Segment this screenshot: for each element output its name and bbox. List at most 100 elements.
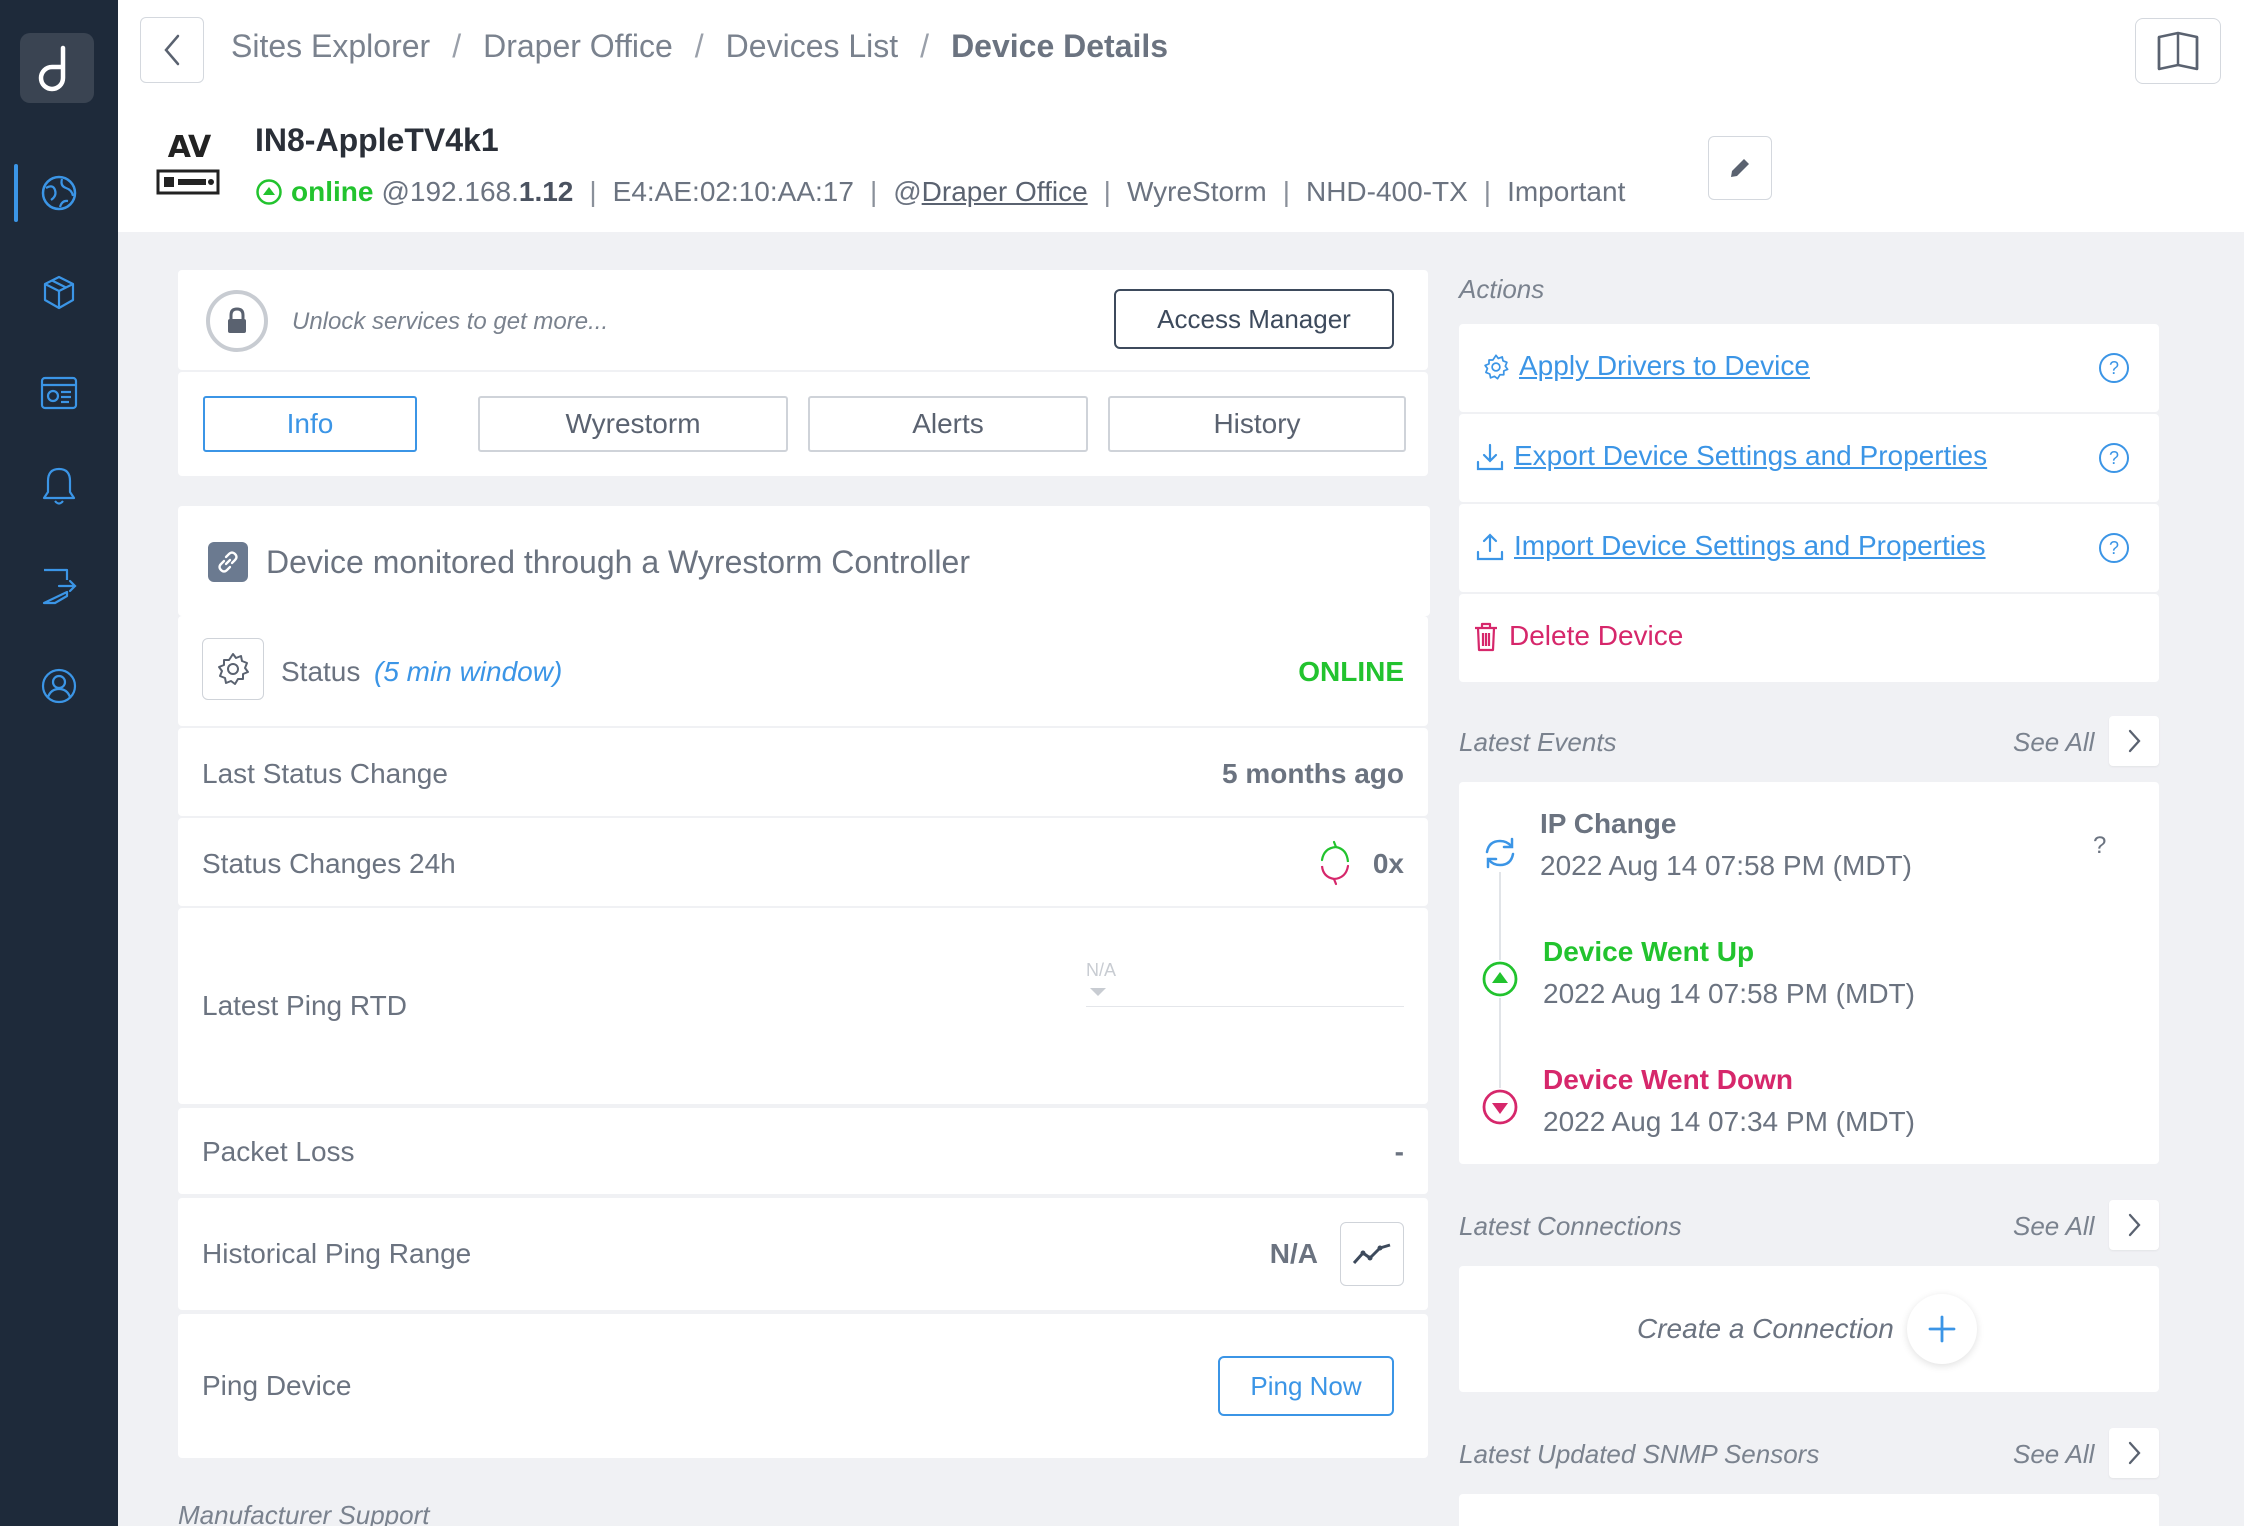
app-logo[interactable] xyxy=(20,33,94,103)
globe-icon xyxy=(41,175,77,211)
monitored-row: Device monitored through a Wyrestorm Con… xyxy=(208,542,970,582)
device-priority: Important xyxy=(1507,176,1626,207)
latest-connections-see-all-button[interactable] xyxy=(2109,1200,2159,1250)
breadcrumb-devices-list[interactable]: Devices List xyxy=(726,28,899,65)
latest-connections-title: Latest Connections xyxy=(1459,1211,1682,1241)
access-manager-button[interactable]: Access Manager xyxy=(1114,289,1394,349)
create-connection-label[interactable]: Create a Connection xyxy=(1637,1313,1894,1345)
event-title: IP Change xyxy=(1540,808,1677,839)
page-header: Sites Explorer / Draper Office / Devices… xyxy=(118,0,2244,232)
snmp-sensors-see-all-button[interactable] xyxy=(2109,1428,2159,1478)
status-value: ONLINE xyxy=(1298,656,1404,687)
status-row: Status (5 min window) ONLINE xyxy=(178,616,1428,726)
breadcrumb-separator: / xyxy=(920,28,930,64)
packet-loss-value: - xyxy=(1394,1136,1404,1167)
delete-device-link[interactable]: Delete Device xyxy=(1509,620,1683,652)
ping-rtd-row: Latest Ping RTD N/A xyxy=(178,908,1428,1104)
manufacturer-support-title: Manufacturer Support xyxy=(178,1500,430,1526)
chevron-right-icon xyxy=(2128,729,2141,753)
ping-device-row: Ping Device Ping Now xyxy=(178,1314,1428,1458)
ping-history-chart-button[interactable] xyxy=(1340,1222,1404,1286)
line-chart-icon xyxy=(1352,1243,1391,1265)
refresh-icon xyxy=(1481,834,1519,872)
services-card: Unlock services to get more... Access Ma… xyxy=(178,270,1428,370)
actions-title: Actions xyxy=(1459,274,1545,304)
sidebar-item-devices[interactable] xyxy=(0,258,118,328)
help-icon[interactable]: ? xyxy=(2099,533,2129,563)
help-icon[interactable]: ? xyxy=(2099,353,2129,383)
breadcrumb-sites-explorer[interactable]: Sites Explorer xyxy=(231,28,430,65)
status-up-icon xyxy=(1481,960,1519,998)
status-changes-label: Status Changes 24h xyxy=(202,848,456,879)
chevron-left-icon xyxy=(164,34,180,66)
tab-history[interactable]: History xyxy=(1108,396,1406,452)
tab-wyrestorm[interactable]: Wyrestorm xyxy=(478,396,788,452)
status-settings-button[interactable] xyxy=(202,638,264,700)
packet-loss-row: Packet Loss - xyxy=(178,1108,1428,1194)
device-ip-suffix: 1.12 xyxy=(518,176,574,207)
tab-alerts[interactable]: Alerts xyxy=(808,396,1088,452)
sidebar-item-integrations[interactable] xyxy=(0,551,118,621)
device-site: @Draper Office xyxy=(893,176,1087,208)
event-title: Device Went Up xyxy=(1543,936,1755,967)
back-button[interactable] xyxy=(140,17,204,83)
gear-icon xyxy=(1479,350,1513,384)
device-mac: E4:AE:02:10:AA:17 xyxy=(612,176,854,207)
edit-device-button[interactable] xyxy=(1708,136,1772,200)
sidebar-item-account[interactable] xyxy=(0,651,118,721)
user-circle-icon xyxy=(41,668,77,704)
breadcrumb-site[interactable]: Draper Office xyxy=(483,28,673,65)
plus-icon xyxy=(1928,1315,1956,1343)
help-icon[interactable]: ? xyxy=(2099,443,2129,473)
last-status-change-value: 5 months ago xyxy=(1221,758,1404,789)
tab-info[interactable]: Info xyxy=(203,396,417,452)
event-title: Device Went Down xyxy=(1543,1064,1793,1095)
pencil-icon xyxy=(1731,159,1749,177)
historical-ping-value: N/A xyxy=(1269,1238,1318,1269)
status-changes-value: 0x xyxy=(1372,848,1404,879)
device-site-prefix: @ xyxy=(893,176,922,207)
delete-device-action[interactable]: Delete Device xyxy=(1459,594,2159,682)
status-down-icon xyxy=(1481,1088,1519,1126)
monitored-card: Device monitored through a Wyrestorm Con… xyxy=(178,506,1430,616)
docs-button[interactable] xyxy=(2135,18,2221,84)
device-type-label: AV xyxy=(167,130,211,165)
latest-events-see-all-button[interactable] xyxy=(2109,716,2159,766)
device-site-link[interactable]: Draper Office xyxy=(922,176,1088,207)
av-receiver-icon xyxy=(156,169,220,195)
meta-divider: | xyxy=(1103,176,1111,207)
event-info[interactable]: ? xyxy=(2093,832,2106,860)
sidebar-item-alerts[interactable] xyxy=(0,451,118,521)
cubes-icon xyxy=(43,275,75,310)
latest-connections-see-all[interactable]: See All xyxy=(2013,1211,2094,1242)
create-connection-button[interactable] xyxy=(1907,1294,1977,1364)
export-settings-link[interactable]: Export Device Settings and Properties xyxy=(1514,440,1987,472)
import-settings-link[interactable]: Import Device Settings and Properties xyxy=(1514,530,1986,562)
apply-drivers-link[interactable]: Apply Drivers to Device xyxy=(1519,350,1810,382)
device-model: NHD-400-TX xyxy=(1305,176,1468,207)
latest-events-see-all[interactable]: See All xyxy=(2013,727,2094,758)
apply-drivers-action: Apply Drivers to Device ? xyxy=(1459,324,2159,412)
breadcrumb: Sites Explorer / Draper Office / Devices… xyxy=(231,28,1168,65)
packet-loss-label: Packet Loss xyxy=(202,1136,355,1167)
snmp-sensors-see-all[interactable]: See All xyxy=(2013,1439,2094,1470)
sidebar-item-sites[interactable] xyxy=(0,158,118,228)
event-time: 2022 Aug 14 07:34 PM (MDT) xyxy=(1543,1106,1915,1137)
event-time: 2022 Aug 14 07:58 PM (MDT) xyxy=(1540,850,1912,881)
ping-rtd-gauge-line xyxy=(1086,1006,1404,1007)
event-time: 2022 Aug 14 07:58 PM (MDT) xyxy=(1543,978,1915,1009)
book-icon xyxy=(2157,31,2199,71)
ping-device-label: Ping Device xyxy=(202,1370,352,1401)
download-icon xyxy=(1473,440,1507,474)
sidebar-item-dashboard[interactable] xyxy=(0,358,118,428)
latest-events-title: Latest Events xyxy=(1459,727,1617,757)
meta-divider: | xyxy=(869,176,878,207)
latest-connections-card: Create a Connection xyxy=(1459,1266,2159,1392)
device-type-icon: AV xyxy=(154,130,224,202)
ping-now-button[interactable]: Ping Now xyxy=(1218,1356,1394,1416)
dashboard-icon xyxy=(40,376,78,410)
ping-marker-icon xyxy=(1090,988,1106,996)
meta-divider: | xyxy=(1483,176,1492,207)
ping-rtd-value: N/A xyxy=(1086,960,1117,980)
device-ip-prefix: @192.168. xyxy=(381,176,519,207)
